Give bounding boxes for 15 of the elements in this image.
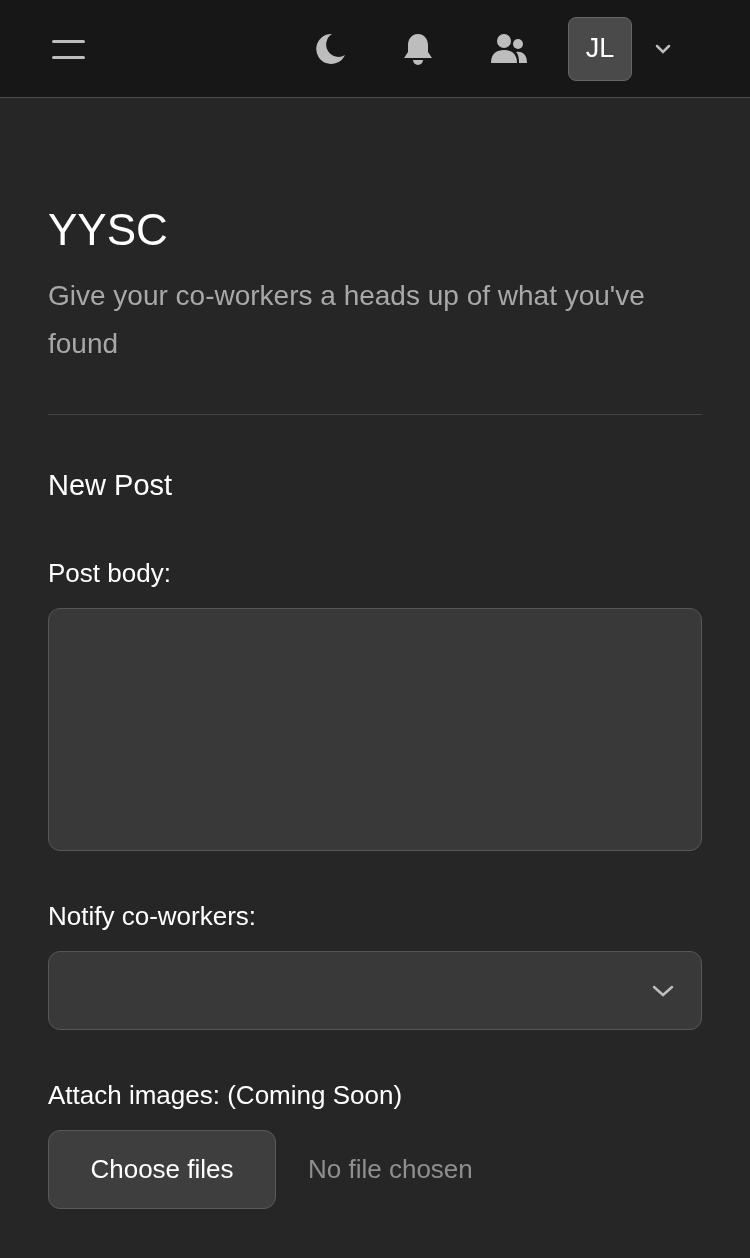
form-title: New Post: [48, 471, 174, 500]
file-status: No file chosen: [308, 1153, 473, 1186]
page-subtitle: Give your co-workers a heads up of what you've found: [48, 279, 646, 361]
post-body-field[interactable]: [48, 608, 702, 851]
avatar-button[interactable]: JL: [568, 16, 632, 81]
page-title: YYSC: [48, 208, 169, 252]
users-icon[interactable]: [490, 32, 528, 65]
field-label: Attach images: (Coming Soon): [48, 1082, 404, 1108]
chevron-down-icon: [651, 983, 675, 998]
menu-icon[interactable]: [52, 37, 85, 60]
bell-icon[interactable]: [402, 31, 434, 66]
field-label: Post body:: [48, 560, 172, 586]
chevron-down-icon[interactable]: [654, 42, 672, 55]
choose-files-button[interactable]: Choose files: [48, 1130, 276, 1209]
field-label: Notify co-workers:: [48, 903, 258, 929]
